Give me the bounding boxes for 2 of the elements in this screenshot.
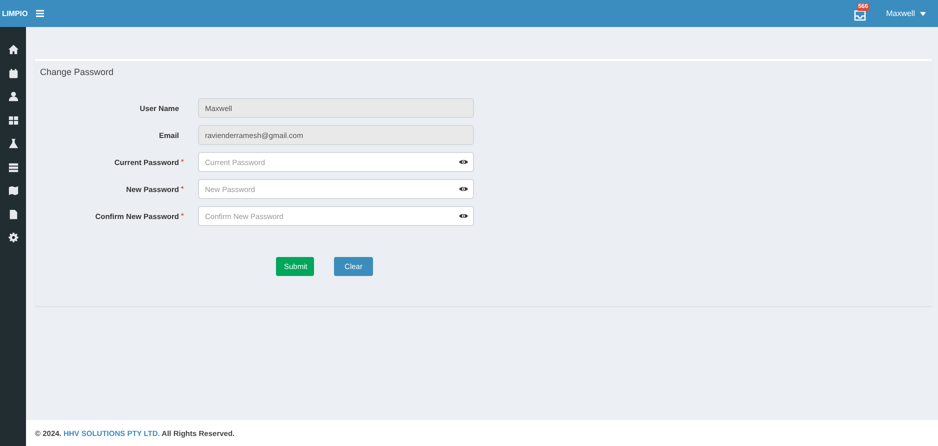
user-menu[interactable]: Maxwell [886, 9, 926, 18]
card-title: Change Password [39, 66, 115, 79]
